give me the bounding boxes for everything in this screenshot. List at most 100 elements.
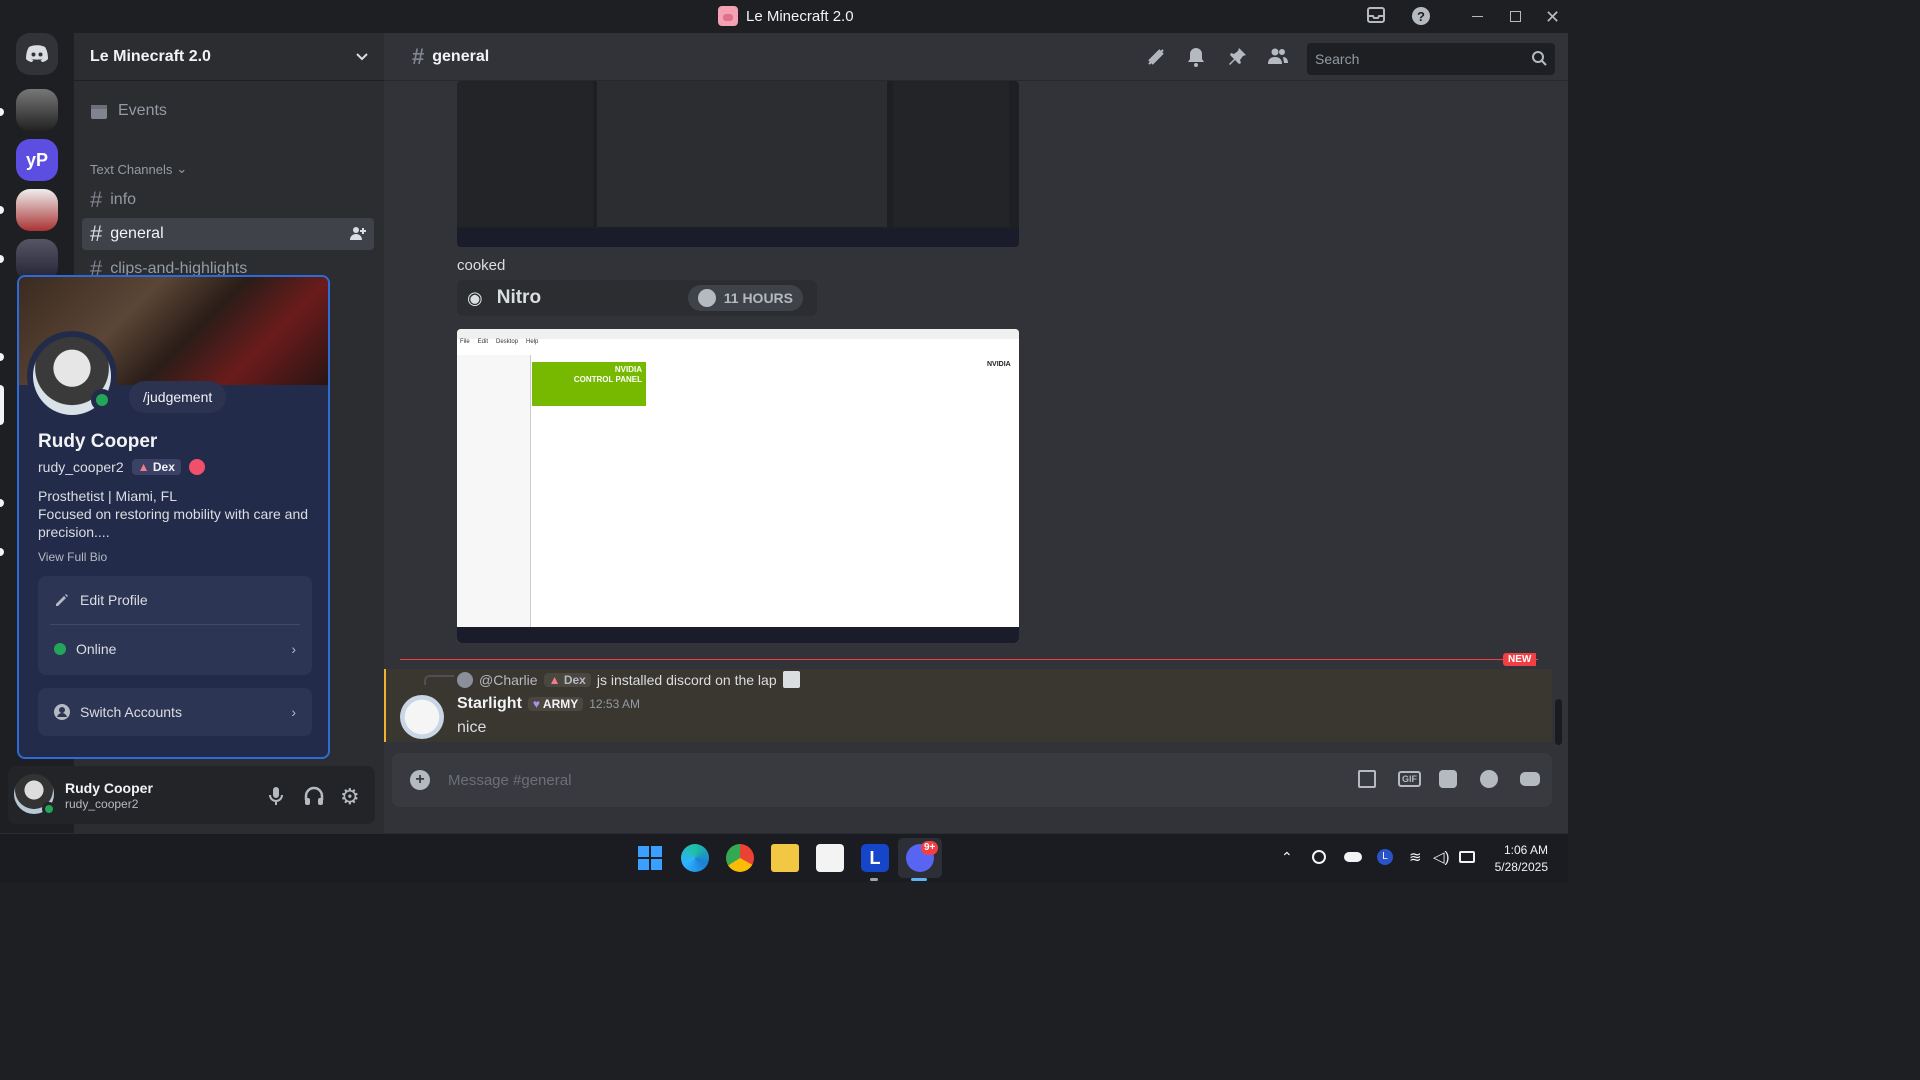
composer-placeholder: Message #general [448, 771, 572, 789]
user-panel-name[interactable]: Rudy Cooper [65, 780, 153, 796]
author-name[interactable]: Starlight [457, 695, 522, 713]
reply-preview[interactable]: @Charlie ▲ Dex js installed discord on t… [457, 671, 800, 688]
server-icon-1[interactable] [16, 89, 58, 131]
taskbar-clock[interactable]: 1:06 AM 5/28/2025 [1495, 842, 1548, 876]
online-status-button[interactable]: Online › [38, 625, 312, 673]
wifi-icon[interactable]: ≋ [1409, 848, 1422, 866]
chevron-right-icon: › [291, 704, 296, 720]
battery-icon[interactable] [1459, 851, 1475, 863]
attachment-image-1[interactable] [457, 81, 1019, 247]
minimize-icon[interactable] [1472, 16, 1483, 17]
account-icon [54, 704, 70, 720]
custom-status[interactable]: /judgement [129, 381, 227, 413]
lenovo-app-icon[interactable]: L [861, 844, 889, 872]
channel-header-name: general [432, 47, 490, 65]
pin-icon[interactable] [1229, 47, 1247, 67]
edit-profile-button[interactable]: Edit Profile [38, 576, 312, 624]
chrome-icon[interactable] [726, 844, 754, 872]
scrollbar-thumb[interactable] [1555, 699, 1562, 745]
discord-home-icon[interactable] [16, 33, 58, 75]
microphone-icon[interactable] [268, 786, 284, 806]
volume-icon[interactable]: ◁) [1433, 848, 1450, 866]
attached-list [597, 81, 887, 227]
hash-icon: # [90, 221, 103, 246]
message-composer[interactable]: + Message #general GIF [392, 753, 1552, 807]
user-avatar[interactable] [14, 774, 56, 816]
store-icon[interactable] [816, 844, 844, 872]
profile-popup: /judgement Rudy Cooper rudy_cooper2 ▲ De… [17, 275, 330, 759]
reply-avatar [457, 671, 473, 688]
close-icon[interactable]: ✕ [1545, 7, 1560, 28]
gift-icon[interactable] [1358, 770, 1376, 788]
guild-tag-badge[interactable]: ▲ Dex [131, 459, 181, 475]
chevron-down-icon [356, 52, 368, 61]
activities-icon[interactable] [1520, 772, 1540, 786]
nv-menubar: File Edit Desktop Help [460, 339, 539, 345]
nitro-badge-icon[interactable] [188, 459, 205, 475]
member-list-icon[interactable] [1268, 47, 1288, 65]
unread-pill [0, 499, 4, 507]
profile-username-row: rudy_cooper2 ▲ Dex [38, 459, 205, 475]
new-messages-divider [400, 659, 1538, 660]
emoji-icon[interactable] [1480, 770, 1498, 788]
author-tag-badge[interactable]: ♥ ARMY [527, 697, 584, 711]
svg-text:?: ? [1417, 9, 1425, 24]
file-explorer-icon[interactable] [771, 844, 799, 872]
online-status-icon [91, 389, 113, 411]
window-title: Le Minecraft 2.0 [718, 6, 854, 26]
online-dot-icon [54, 643, 66, 655]
threads-icon[interactable] [1146, 47, 1166, 67]
add-member-icon[interactable] [350, 225, 366, 241]
settings-gear-icon[interactable]: ⚙ [340, 784, 360, 810]
chat-main: # general Search cooked ◉ Nitro 11 HOURS [384, 33, 1568, 833]
unread-pill [0, 108, 4, 116]
profile-username: rudy_cooper2 [38, 459, 124, 475]
author-avatar[interactable] [400, 695, 444, 739]
category-text-channels[interactable]: Text Channels ⌄ [90, 161, 187, 177]
tray-app-icon[interactable] [1312, 850, 1326, 864]
search-icon [1532, 51, 1547, 66]
unread-pill [0, 353, 4, 361]
add-attachment-icon[interactable]: + [410, 770, 430, 790]
clock-icon [697, 289, 716, 307]
gif-icon[interactable]: GIF [1398, 771, 1421, 787]
events-item[interactable]: Events [82, 95, 374, 127]
profile-avatar[interactable] [27, 331, 117, 421]
help-icon[interactable]: ? [1411, 6, 1431, 26]
channel-info[interactable]: # info [82, 184, 374, 216]
server-header[interactable]: Le Minecraft 2.0 [74, 33, 384, 81]
unread-pill [0, 206, 4, 214]
windows-start-icon[interactable] [636, 844, 664, 872]
nvidia-logo: NVIDIA [987, 361, 1011, 368]
message-cooked: cooked [457, 257, 506, 274]
tray-chevron-up-icon[interactable]: ⌃ [1281, 849, 1293, 866]
search-input[interactable]: Search [1307, 43, 1555, 75]
hash-icon: # [90, 187, 103, 212]
headphones-icon[interactable] [304, 786, 324, 806]
edge-icon[interactable] [681, 844, 709, 872]
title-bar: Le Minecraft 2.0 ? ✕ [0, 0, 1568, 33]
selected-pill [0, 385, 4, 425]
notification-bell-icon[interactable] [1187, 47, 1205, 67]
profile-actions: Edit Profile Online › [38, 576, 312, 675]
unread-pill [0, 255, 4, 263]
server-icon-3[interactable] [16, 189, 58, 231]
server-icon-yp[interactable]: yP [16, 139, 58, 181]
sticker-icon[interactable] [1439, 770, 1457, 788]
channel-general[interactable]: # general [82, 218, 374, 250]
attachment-image-2[interactable]: File Edit Desktop Help NVIDIA CONTROL PA… [457, 329, 1019, 643]
maximize-icon[interactable] [1510, 11, 1521, 22]
view-full-bio-link[interactable]: View Full Bio [38, 550, 107, 564]
message-header: Starlight ♥ ARMY 12:53 AM [457, 695, 640, 713]
tray-l-icon[interactable]: L [1377, 849, 1393, 865]
attached-friends [893, 81, 1009, 227]
attached-taskbar [457, 229, 1019, 247]
inbox-icon[interactable] [1367, 6, 1385, 24]
pencil-icon [54, 592, 70, 608]
message-text: nice [457, 719, 487, 736]
attached-sidebar [457, 81, 593, 227]
switch-accounts-button[interactable]: Switch Accounts › [38, 688, 312, 736]
onedrive-icon[interactable] [1344, 852, 1362, 862]
nitro-embed[interactable]: ◉ Nitro 11 HOURS [457, 280, 817, 316]
tag-icon: ▲ [137, 460, 150, 474]
